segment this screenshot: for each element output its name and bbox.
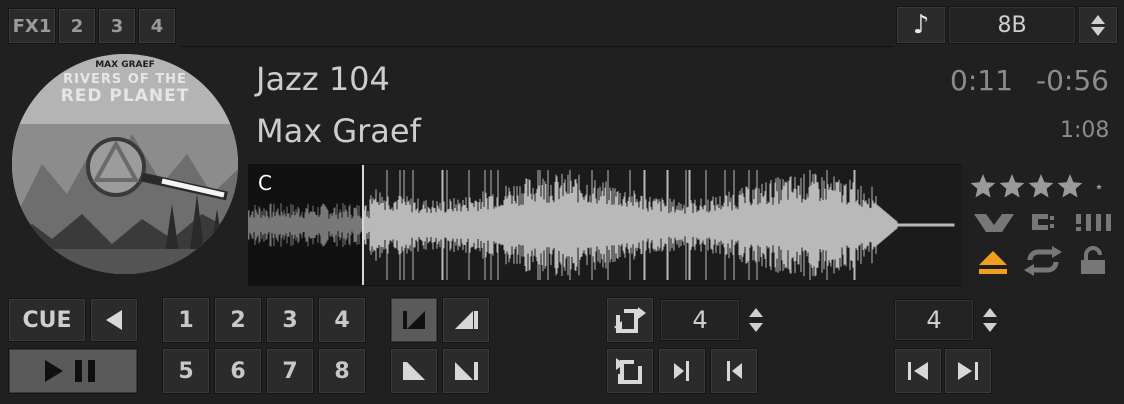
beatjump-forward-button[interactable] <box>944 348 992 394</box>
loop-in-icon <box>674 361 689 381</box>
fx2-button[interactable]: 2 <box>58 8 96 44</box>
star-filled-icon[interactable] <box>1028 174 1054 198</box>
fx4-button[interactable]: 4 <box>138 8 176 44</box>
key-display: 8B <box>948 6 1076 44</box>
outro-end-button[interactable] <box>442 348 490 394</box>
hotcue-1-button[interactable]: 1 <box>162 297 210 343</box>
loop-size-spinner[interactable] <box>742 300 770 340</box>
hotcue-7-button[interactable]: 7 <box>266 348 314 394</box>
loop-size-up-icon <box>749 308 763 317</box>
repeat-icon[interactable] <box>1022 246 1064 276</box>
loop-in-button[interactable] <box>658 348 706 394</box>
outro-start-button[interactable] <box>390 348 438 394</box>
key-down-icon <box>1091 26 1105 36</box>
track-artist: Max Graef <box>256 112 421 150</box>
key-spinner[interactable] <box>1078 6 1118 44</box>
intro-start-icon <box>403 311 425 329</box>
intro-end-button[interactable] <box>442 297 490 343</box>
cue-marker-label[interactable]: C <box>258 171 272 195</box>
play-pause-icon <box>45 360 95 382</box>
star-empty-icon[interactable] <box>1096 184 1102 190</box>
beatjump-back-button[interactable] <box>894 348 942 394</box>
time-remaining: -0:56 <box>1036 64 1109 97</box>
waveform-overview[interactable]: C <box>248 164 962 286</box>
beatjump-down-icon <box>983 323 997 332</box>
play-pause-button[interactable] <box>8 348 138 394</box>
loop-toggle-button[interactable] <box>606 297 654 343</box>
reverse-button[interactable] <box>90 298 138 342</box>
beatjump-size-display[interactable]: 4 <box>894 299 974 341</box>
quantize-icon[interactable] <box>1028 210 1060 234</box>
hotcue-4-button[interactable]: 4 <box>318 297 366 343</box>
track-title: Jazz 104 <box>256 60 390 98</box>
hotcue-5-button[interactable]: 5 <box>162 348 210 394</box>
vinyl-control-icon[interactable] <box>972 210 1016 234</box>
loop-icon <box>614 305 646 333</box>
beatjump-up-icon <box>983 308 997 317</box>
star-filled-icon[interactable] <box>1057 174 1083 198</box>
lock-icon[interactable] <box>1078 246 1108 276</box>
hotcue-3-button[interactable]: 3 <box>266 297 314 343</box>
intro-start-button[interactable] <box>390 297 438 343</box>
music-note-icon: ♪ <box>912 10 930 40</box>
loop-size-display[interactable]: 4 <box>660 299 740 341</box>
top-divider <box>180 46 894 47</box>
loop-out-icon <box>727 361 742 381</box>
track-duration: 1:08 <box>1060 118 1110 143</box>
cover-artist-text: MAX GRAEF <box>95 60 155 70</box>
eject-icon[interactable] <box>976 248 1010 276</box>
jump-back-icon <box>908 362 928 380</box>
fx1-button[interactable]: FX1 <box>8 8 56 44</box>
beatgrid-icon[interactable] <box>1074 210 1114 234</box>
outro-start-icon <box>403 362 425 380</box>
playhead-marker[interactable] <box>362 165 365 285</box>
reloop-icon <box>616 356 646 384</box>
star-filled-icon[interactable] <box>970 174 996 198</box>
cover-title-line1: RIVERS OF THE <box>63 72 187 87</box>
key-lock-button[interactable]: ♪ <box>896 6 946 44</box>
star-rating[interactable] <box>968 170 1118 204</box>
reverse-icon <box>106 310 122 330</box>
star-filled-icon[interactable] <box>999 174 1025 198</box>
hotcue-6-button[interactable]: 6 <box>214 348 262 394</box>
cue-button[interactable]: CUE <box>8 298 86 342</box>
hotcue-2-button[interactable]: 2 <box>214 297 262 343</box>
key-up-icon <box>1091 14 1105 24</box>
cue-button-label: CUE <box>22 307 72 333</box>
intro-end-icon <box>455 311 478 329</box>
loop-out-button[interactable] <box>710 348 758 394</box>
outro-end-icon <box>455 362 478 380</box>
time-elapsed: 0:11 <box>950 64 1013 97</box>
reloop-button[interactable] <box>606 348 654 394</box>
hotcue-8-button[interactable]: 8 <box>318 348 366 394</box>
cover-title-line2: RED PLANET <box>60 86 190 106</box>
fx3-button[interactable]: 3 <box>98 8 136 44</box>
beatjump-size-spinner[interactable] <box>976 300 1004 340</box>
cover-art[interactable]: MAX GRAEF RIVERS OF THE RED PLANET <box>12 54 238 274</box>
jump-forward-icon <box>958 362 978 380</box>
loop-size-down-icon <box>749 323 763 332</box>
